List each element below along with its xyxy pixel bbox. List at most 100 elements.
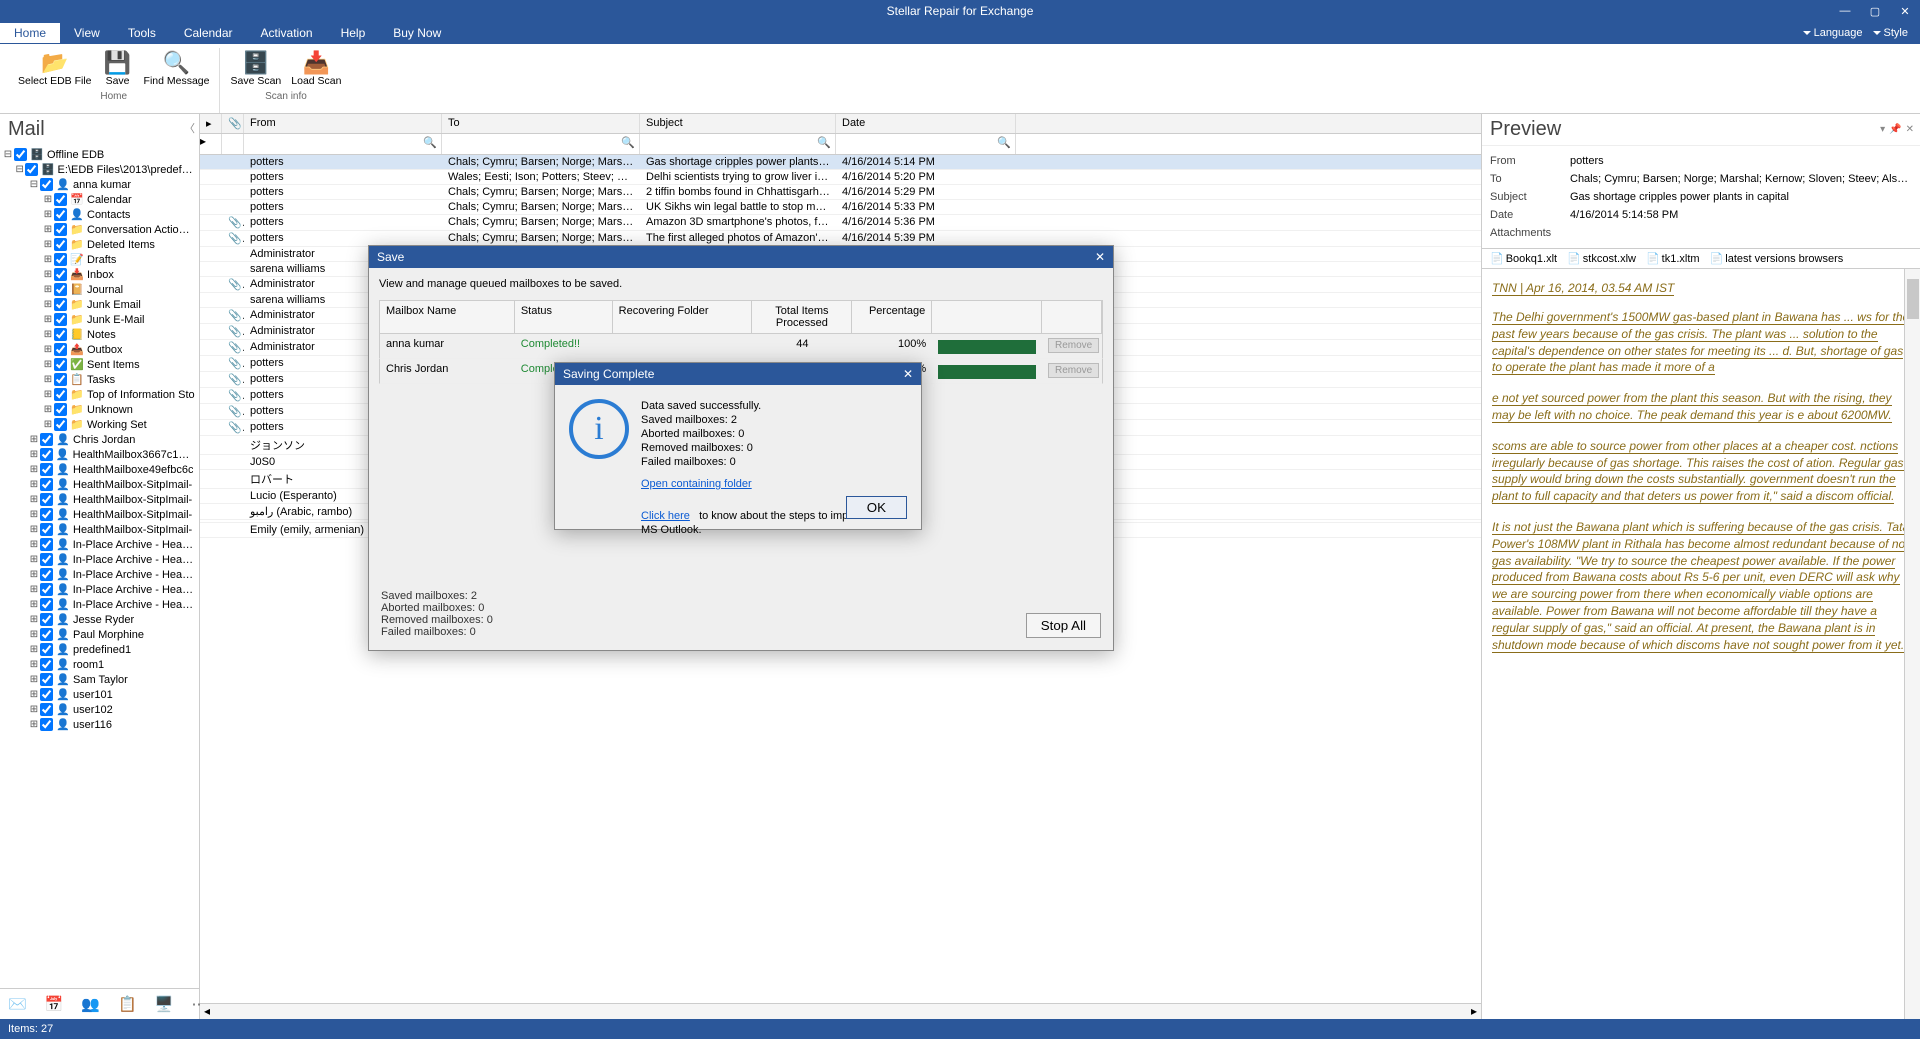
mailbox-in-place-archive-healthl[interactable]: ⊞👤In-Place Archive - Healthl [0, 582, 199, 597]
tree-checkbox[interactable] [40, 508, 53, 521]
folder-deleted-items[interactable]: ⊞📁Deleted Items [0, 237, 199, 252]
tab-buy-now[interactable]: Buy Now [379, 23, 455, 43]
remove-button[interactable]: Remove [1048, 363, 1099, 378]
mailbox-user102[interactable]: ⊞👤user102 [0, 702, 199, 717]
to-column-header[interactable]: To [442, 114, 640, 133]
tree-checkbox[interactable] [54, 193, 67, 206]
tree-checkbox[interactable] [40, 583, 53, 596]
language-menu[interactable]: Language [1799, 27, 1867, 39]
tree-checkbox[interactable] [54, 208, 67, 221]
attachment-item[interactable]: 📄Bookq1.xlt [1490, 252, 1557, 265]
tree-checkbox[interactable] [40, 598, 53, 611]
load-scan-button[interactable]: 📥 Load Scan [287, 48, 345, 89]
tree-checkbox[interactable] [40, 493, 53, 506]
mailbox-healthmailboxe49efbc6c[interactable]: ⊞👤HealthMailboxe49efbc6c [0, 462, 199, 477]
folder-working-set[interactable]: ⊞📁Working Set [0, 417, 199, 432]
vertical-scrollbar[interactable] [1904, 269, 1920, 1019]
tree-checkbox[interactable] [40, 613, 53, 626]
tree-checkbox[interactable] [54, 268, 67, 281]
tree-checkbox[interactable] [54, 418, 67, 431]
folder-unknown[interactable]: ⊞📁Unknown [0, 402, 199, 417]
mailbox-in-place-archive-healthl[interactable]: ⊞👤In-Place Archive - Healthl [0, 537, 199, 552]
tab-help[interactable]: Help [327, 23, 380, 43]
scrollbar-thumb[interactable] [1907, 279, 1919, 319]
tree-checkbox[interactable] [54, 283, 67, 296]
open-containing-folder-link[interactable]: Open containing folder [641, 477, 752, 491]
tree-checkbox[interactable] [54, 403, 67, 416]
tree-checkbox[interactable] [25, 163, 38, 176]
folder-junk-email[interactable]: ⊞📁Junk Email [0, 297, 199, 312]
flag-filter[interactable]: ▸ [200, 134, 222, 154]
folder-notes[interactable]: ⊞📒Notes [0, 327, 199, 342]
journal-view-icon[interactable]: 🖥️ [151, 991, 178, 1017]
tree-checkbox[interactable] [40, 568, 53, 581]
contacts-view-icon[interactable]: 👥 [77, 991, 104, 1017]
tab-tools[interactable]: Tools [114, 23, 170, 43]
tree-checkbox[interactable] [40, 538, 53, 551]
folder-inbox[interactable]: ⊞📥Inbox [0, 267, 199, 282]
collapse-sidebar-icon[interactable]: 〈 [184, 120, 195, 136]
tree-checkbox[interactable] [40, 673, 53, 686]
stop-all-button[interactable]: Stop All [1026, 613, 1101, 638]
folder-sent-items[interactable]: ⊞✅Sent Items [0, 357, 199, 372]
tree-checkbox[interactable] [54, 358, 67, 371]
mailbox-paul-morphine[interactable]: ⊞👤Paul Morphine [0, 627, 199, 642]
save-scan-button[interactable]: 🗄️ Save Scan [226, 48, 285, 89]
mailbox-healthmailbox-sitpimail-[interactable]: ⊞👤HealthMailbox-SitpImail- [0, 507, 199, 522]
tree-checkbox[interactable] [54, 343, 67, 356]
tree-checkbox[interactable] [54, 223, 67, 236]
mailbox-user101[interactable]: ⊞👤user101 [0, 687, 199, 702]
message-row[interactable]: pottersChals; Cymru; Barsen; Norge; Mars… [200, 155, 1481, 170]
attachment-item[interactable]: 📄stkcost.xlw [1567, 252, 1636, 265]
save-button[interactable]: 💾 Save [98, 48, 138, 89]
message-row[interactable]: pottersChals; Cymru; Barsen; Norge; Mars… [200, 185, 1481, 200]
mailbox-in-place-archive-healthl[interactable]: ⊞👤In-Place Archive - Healthl [0, 567, 199, 582]
tab-view[interactable]: View [60, 23, 114, 43]
tree-checkbox[interactable] [54, 373, 67, 386]
preview-pin-icon[interactable]: 📌 [1889, 124, 1901, 135]
mailbox-predefined1[interactable]: ⊞👤predefined1 [0, 642, 199, 657]
tree-checkbox[interactable] [40, 628, 53, 641]
folder-conversation-action-s[interactable]: ⊞📁Conversation Action S [0, 222, 199, 237]
mailbox-in-place-archive-healthl[interactable]: ⊞👤In-Place Archive - Healthl [0, 552, 199, 567]
tree-checkbox[interactable] [54, 298, 67, 311]
message-row[interactable]: pottersWales; Eesti; Ison; Potters; Stee… [200, 170, 1481, 185]
tab-calendar[interactable]: Calendar [170, 23, 247, 43]
style-menu[interactable]: Style [1869, 27, 1912, 39]
minimize-button[interactable]: — [1830, 0, 1860, 22]
close-button[interactable]: ✕ [1890, 0, 1920, 22]
tree-checkbox[interactable] [40, 643, 53, 656]
attachment-item[interactable]: 📄tk1.xltm [1646, 252, 1700, 265]
remove-button[interactable]: Remove [1048, 338, 1099, 353]
horizontal-scrollbar[interactable]: ◂▸ [200, 1003, 1481, 1019]
from-filter[interactable]: 🔍 [244, 134, 442, 154]
date-filter[interactable]: 🔍 [836, 134, 1016, 154]
attachment-column-header[interactable]: 📎 [222, 114, 244, 133]
mailbox-jesse-ryder[interactable]: ⊞👤Jesse Ryder [0, 612, 199, 627]
tree-checkbox[interactable] [54, 328, 67, 341]
message-row[interactable]: 📎pottersChals; Cymru; Barsen; Norge; Mar… [200, 215, 1481, 231]
msg-dialog-close-icon[interactable]: ✕ [903, 367, 913, 381]
preview-dropdown-icon[interactable]: ▾ [1880, 124, 1885, 135]
tab-home[interactable]: Home [0, 23, 60, 43]
tree-checkbox[interactable] [40, 688, 53, 701]
folder-top-of-information-sto[interactable]: ⊞📁Top of Information Sto [0, 387, 199, 402]
tree-checkbox[interactable] [40, 463, 53, 476]
tree-checkbox[interactable] [40, 448, 53, 461]
click-here-link[interactable]: Click here [641, 509, 690, 523]
attachment-item[interactable]: 📄latest versions browsers [1710, 252, 1844, 265]
tab-activation[interactable]: Activation [247, 23, 327, 43]
folder-outbox[interactable]: ⊞📤Outbox [0, 342, 199, 357]
tree-root[interactable]: ⊟🗄️Offline EDB [0, 147, 199, 162]
save-dialog-close-icon[interactable]: ✕ [1095, 250, 1105, 264]
mailbox-user116[interactable]: ⊞👤user116 [0, 717, 199, 732]
find-message-button[interactable]: 🔍 Find Message [140, 48, 214, 89]
mailbox-anna-kumar[interactable]: ⊟👤anna kumar [0, 177, 199, 192]
mailbox-tree[interactable]: ⊟🗄️Offline EDB⊟🗄️E:\EDB Files\2013\prede… [0, 145, 199, 988]
mailbox-in-place-archive-healthl[interactable]: ⊞👤In-Place Archive - Healthl [0, 597, 199, 612]
tree-checkbox[interactable] [54, 253, 67, 266]
tree-checkbox[interactable] [40, 553, 53, 566]
mailbox-chris-jordan[interactable]: ⊞👤Chris Jordan [0, 432, 199, 447]
from-column-header[interactable]: From [244, 114, 442, 133]
folder-drafts[interactable]: ⊞📝Drafts [0, 252, 199, 267]
